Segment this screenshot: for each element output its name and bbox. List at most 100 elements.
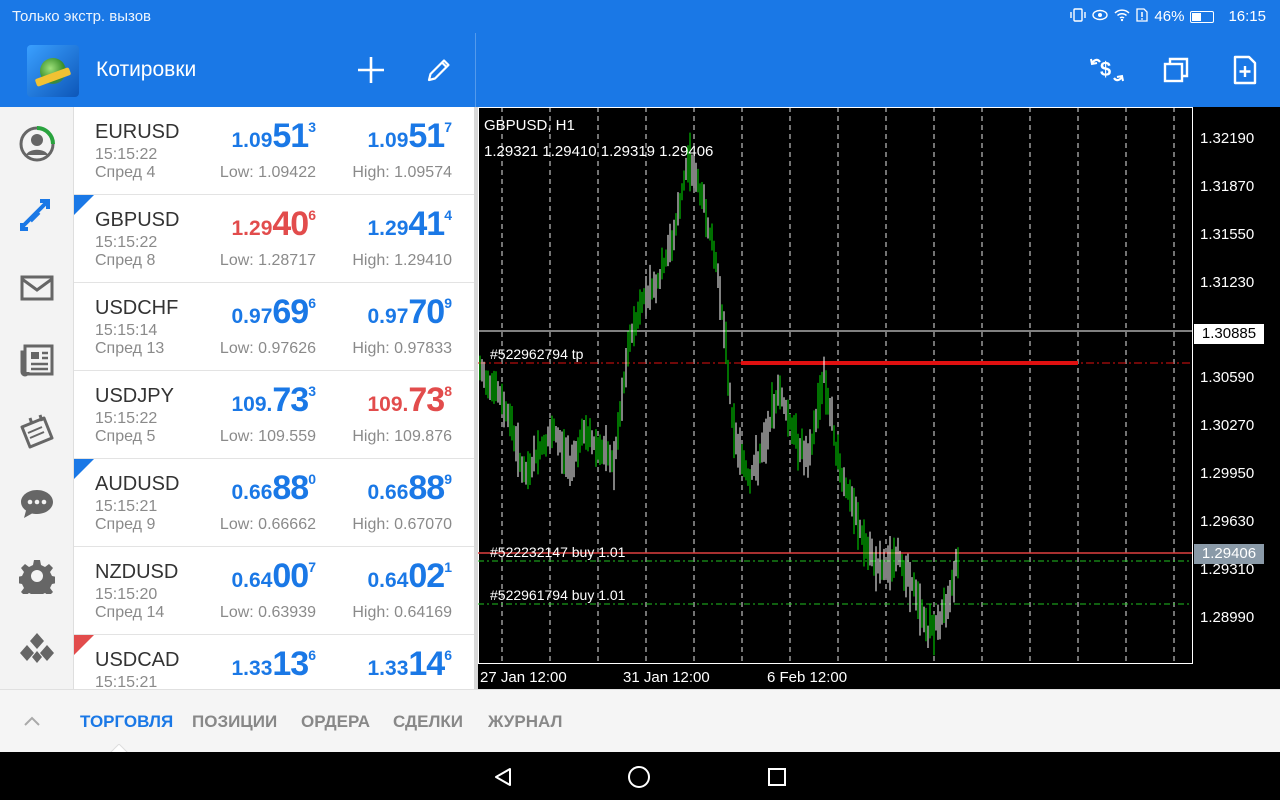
quote-time: 15:15:22 <box>95 146 158 163</box>
tab-journal[interactable]: ЖУРНАЛ <box>488 712 562 732</box>
bid-price[interactable]: 0.64007 <box>232 557 317 596</box>
bid-price[interactable]: 0.66880 <box>232 469 317 508</box>
bid-price[interactable]: 1.09513 <box>232 117 317 156</box>
bid-price-fraction: 3 <box>308 119 316 135</box>
y-tick-label: 1.29950 <box>1200 465 1255 482</box>
recents-button[interactable] <box>764 764 790 790</box>
panel-divider <box>475 33 476 107</box>
tab-deals[interactable]: СДЕЛКИ <box>393 712 463 732</box>
high-value: High: 0.97833 <box>352 340 452 357</box>
spread-text: Спред 5 <box>95 428 156 445</box>
calendar-icon <box>20 414 54 449</box>
status-icons: 46% 16:15 <box>1070 8 1266 25</box>
ask-price-pips: 73 <box>408 381 445 419</box>
quote-row-nzdusd[interactable]: NZDUSD 15:15:20 Спред 14 0.64007 0.64021 Low:… <box>74 547 474 635</box>
bid-price[interactable]: 0.97696 <box>232 293 317 332</box>
quote-time: 15:15:20 <box>95 586 158 603</box>
sidebar-item-calendar[interactable] <box>14 409 60 455</box>
spread-text: Спред 4 <box>95 164 156 181</box>
ask-price-fraction: 6 <box>444 647 452 663</box>
quote-time: 15:15:22 <box>95 234 158 251</box>
trade-button[interactable]: $ <box>1086 49 1128 91</box>
ask-price-prefix: 1.33 <box>367 657 409 680</box>
sidebar-item-news[interactable] <box>14 337 60 383</box>
ask-price[interactable]: 0.97709 <box>368 293 453 332</box>
ask-price-prefix: 1.29 <box>367 217 409 240</box>
quote-time: 15:15:21 <box>95 674 158 689</box>
carrier-text: Только экстр. вызов <box>12 8 152 25</box>
quote-row-usdcad[interactable]: USDCAD 15:15:21 1.33136 1.33146 <box>74 635 474 689</box>
ask-price-prefix: 0.97 <box>367 305 409 328</box>
sim-alert-icon <box>1136 8 1149 25</box>
ask-price-pips: 14 <box>408 645 445 683</box>
ask-price[interactable]: 0.66889 <box>368 469 453 508</box>
add-symbol-button[interactable] <box>350 49 392 91</box>
alert-marker <box>74 635 94 655</box>
ask-price[interactable]: 109.738 <box>368 381 453 420</box>
trade-icon: $ <box>1090 58 1124 82</box>
new-order-button[interactable] <box>1224 49 1266 91</box>
vibrate-icon <box>1070 8 1087 25</box>
sidebar-item-settings[interactable] <box>14 553 60 599</box>
quote-row-audusd[interactable]: AUDUSD 15:15:21 Спред 9 0.66880 0.66889 Low: … <box>74 459 474 547</box>
order-label-buy-2[interactable]: #522961794 buy 1.01 <box>490 587 625 603</box>
clock: 16:15 <box>1228 8 1266 25</box>
tab-positions[interactable]: ПОЗИЦИИ <box>192 712 277 732</box>
quote-row-usdjpy[interactable]: USDJPY 15:15:22 Спред 5 109.733 109.738 Low: … <box>74 371 474 459</box>
back-icon <box>495 768 511 786</box>
bid-price-pips: 40 <box>272 205 309 243</box>
price-chart[interactable]: GBPUSD, H1 1.29321 1.29410 1.29319 1.294… <box>478 107 1280 689</box>
chart-ohlc: 1.29321 1.29410 1.29319 1.29406 <box>484 143 714 160</box>
order-label-buy-1[interactable]: #522232147 buy 1.01 <box>490 544 625 560</box>
bid-price[interactable]: 1.29406 <box>232 205 317 244</box>
symbol-name: EURUSD <box>95 121 180 143</box>
home-button[interactable] <box>626 764 652 790</box>
news-icon <box>20 344 54 377</box>
quote-row-eurusd[interactable]: EURUSD 15:15:22 Спред 4 1.09513 1.09517 Low: … <box>74 107 474 195</box>
metatrader-logo-icon <box>27 45 79 97</box>
order-label-tp[interactable]: #522962794 tp <box>490 346 583 362</box>
bid-price[interactable]: 1.33136 <box>232 645 317 684</box>
sidebar-item-community[interactable] <box>14 625 60 671</box>
low-value: Low: 0.97626 <box>219 340 316 357</box>
y-tick-label: 1.29630 <box>1200 513 1255 530</box>
y-tick-label: 1.30590 <box>1200 369 1255 386</box>
chevron-up-icon[interactable] <box>20 710 44 734</box>
chart-frame <box>478 107 1193 664</box>
ask-price-fraction: 9 <box>444 295 452 311</box>
bid-price-prefix: 1.29 <box>231 217 273 240</box>
symbol-name: NZDUSD <box>95 561 179 583</box>
sidebar-item-mail[interactable] <box>14 265 60 311</box>
page-title: Котировки <box>96 58 197 81</box>
windows-button[interactable] <box>1155 49 1197 91</box>
quotes-list: EURUSD 15:15:22 Спред 4 1.09513 1.09517 Low: … <box>74 107 474 689</box>
ask-price-fraction: 9 <box>444 471 452 487</box>
bid-price-fraction: 3 <box>308 383 316 399</box>
ask-price[interactable]: 1.33146 <box>368 645 453 684</box>
quote-row-usdchf[interactable]: USDCHF 15:15:14 Спред 13 0.97696 0.97709 Low:… <box>74 283 474 371</box>
quote-time: 15:15:21 <box>95 498 158 515</box>
spread-text: Спред 13 <box>95 340 165 357</box>
wifi-icon <box>1114 8 1130 25</box>
quote-row-gbpusd[interactable]: GBPUSD 15:15:22 Спред 8 1.29406 1.29414 Low: … <box>74 195 474 283</box>
bid-price-pips: 88 <box>272 469 309 507</box>
quote-time: 15:15:22 <box>95 410 158 427</box>
sidebar-item-trade[interactable] <box>14 192 60 238</box>
tab-orders[interactable]: ОРДЕРА <box>301 712 370 732</box>
ask-price-prefix: 109. <box>367 393 409 416</box>
windows-icon <box>1163 57 1189 83</box>
tab-trade[interactable]: ТОРГОВЛЯ <box>80 712 173 732</box>
back-button[interactable] <box>490 764 516 790</box>
sidebar-item-account[interactable] <box>14 121 60 167</box>
bid-price-pips: 51 <box>272 117 309 155</box>
low-value: Low: 109.559 <box>219 428 316 445</box>
new-document-icon <box>1233 55 1257 85</box>
sidebar-item-chat[interactable] <box>14 481 60 527</box>
ask-price[interactable]: 1.29414 <box>368 205 453 244</box>
ask-price[interactable]: 0.64021 <box>368 557 453 596</box>
ask-price[interactable]: 1.09517 <box>368 117 453 156</box>
app-bar: Котировки $ <box>0 33 1280 107</box>
edit-button[interactable] <box>418 49 460 91</box>
bid-price[interactable]: 109.733 <box>232 381 317 420</box>
ask-price-fraction: 4 <box>444 207 452 223</box>
